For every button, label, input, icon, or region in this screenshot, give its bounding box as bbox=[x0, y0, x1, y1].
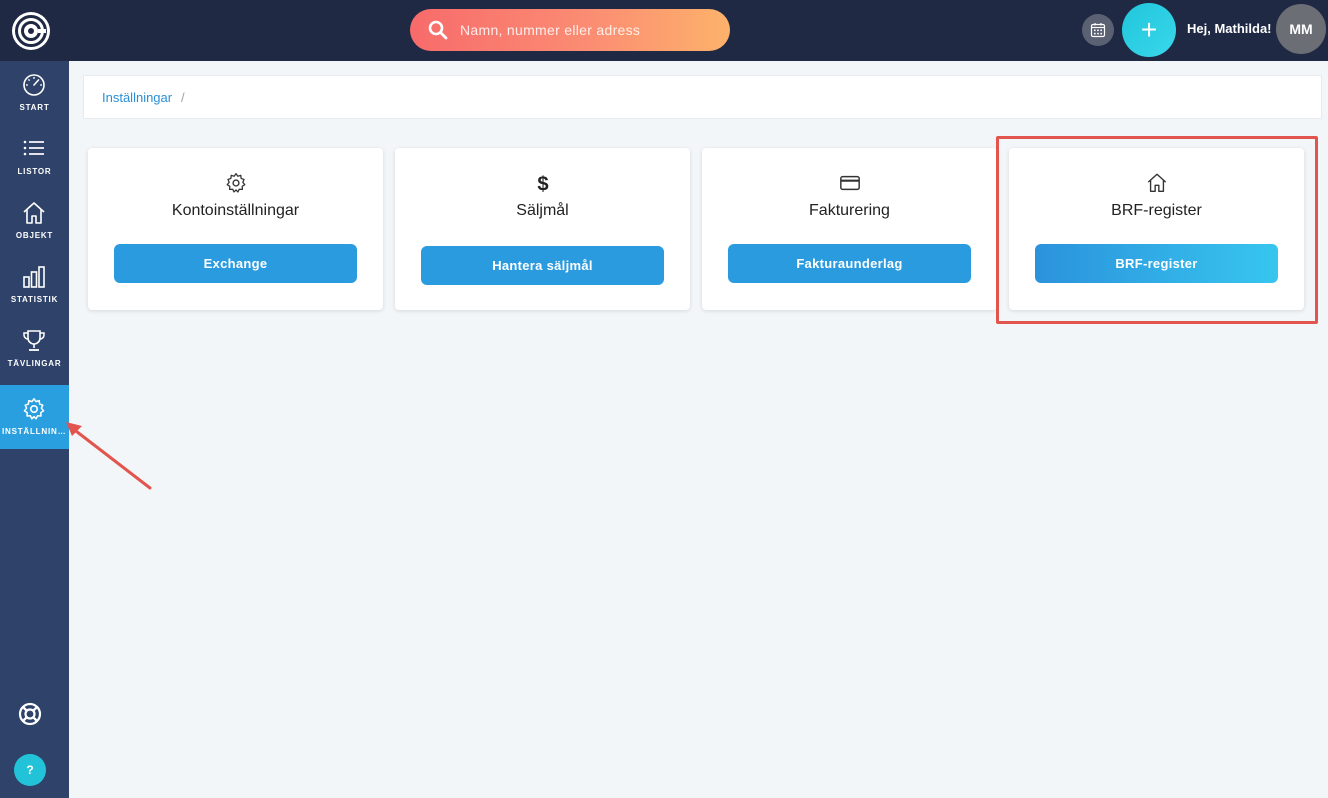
sidebar-item-statistik[interactable]: STATISTIK bbox=[0, 253, 69, 317]
sidebar-item-tavlingar[interactable]: TÄVLINGAR bbox=[0, 317, 69, 381]
avatar[interactable]: MM bbox=[1276, 4, 1326, 54]
house-icon bbox=[23, 202, 45, 224]
card-kontoinstallningar: Kontoinställningar Exchange bbox=[88, 148, 383, 310]
card-title: Säljmål bbox=[516, 202, 569, 219]
search-icon bbox=[428, 20, 448, 40]
card-fakturering: Fakturering Fakturaunderlag bbox=[702, 148, 997, 310]
card-saljmal: $ Säljmål Hantera säljmål bbox=[395, 148, 690, 310]
sidebar-item-installningar[interactable]: INSTÄLLNINGAR bbox=[0, 385, 69, 449]
sidebar-item-objekt[interactable]: OBJEKT bbox=[0, 189, 69, 253]
credit-card-icon bbox=[839, 172, 861, 194]
exchange-button[interactable]: Exchange bbox=[114, 244, 357, 283]
bar-chart-icon bbox=[23, 266, 45, 288]
breadcrumb-installningar[interactable]: Inställningar bbox=[102, 90, 172, 105]
hantera-saljmal-button[interactable]: Hantera säljmål bbox=[421, 246, 664, 285]
gear-icon bbox=[23, 398, 45, 420]
trophy-icon bbox=[23, 330, 45, 351]
highlight-box bbox=[996, 136, 1318, 324]
add-button[interactable]: + bbox=[1122, 3, 1176, 57]
speedometer-icon bbox=[23, 74, 45, 96]
fakturaunderlag-button[interactable]: Fakturaunderlag bbox=[728, 244, 971, 283]
annotation-arrow bbox=[66, 422, 152, 490]
lifebuoy-icon[interactable] bbox=[18, 702, 42, 731]
sidebar-item-label: TÄVLINGAR bbox=[7, 359, 62, 368]
search-input[interactable] bbox=[460, 19, 710, 41]
list-icon bbox=[23, 140, 44, 156]
calendar-icon bbox=[1090, 23, 1106, 38]
sidebar-item-label: INSTÄLLNINGAR bbox=[2, 427, 69, 436]
card-title: Kontoinställningar bbox=[171, 202, 300, 219]
breadcrumb: Inställningar / bbox=[83, 75, 1322, 119]
calendar-button[interactable] bbox=[1082, 14, 1114, 46]
dollar-icon: $ bbox=[532, 172, 554, 195]
sidebar-item-label: STATISTIK bbox=[10, 295, 59, 304]
user-greeting: Hej, Mathilda! bbox=[1187, 21, 1272, 36]
breadcrumb-separator: / bbox=[181, 90, 185, 105]
sidebar-item-start[interactable]: START bbox=[0, 61, 69, 125]
sidebar: START LISTOR OBJEKT STATISTIK TÄVLINGAR bbox=[0, 61, 69, 798]
sidebar-item-label: START bbox=[19, 103, 50, 112]
svg-text:$: $ bbox=[537, 173, 548, 194]
card-title: Fakturering bbox=[809, 202, 890, 219]
sidebar-item-label: LISTOR bbox=[17, 167, 52, 176]
top-bar: + Hej, Mathilda! MM bbox=[0, 0, 1328, 61]
sidebar-item-label: OBJEKT bbox=[15, 231, 54, 240]
search-bar[interactable] bbox=[410, 9, 730, 51]
app-logo[interactable] bbox=[10, 10, 52, 52]
gear-icon bbox=[225, 172, 247, 194]
help-button[interactable]: ? bbox=[14, 754, 46, 786]
sidebar-item-listor[interactable]: LISTOR bbox=[0, 125, 69, 189]
